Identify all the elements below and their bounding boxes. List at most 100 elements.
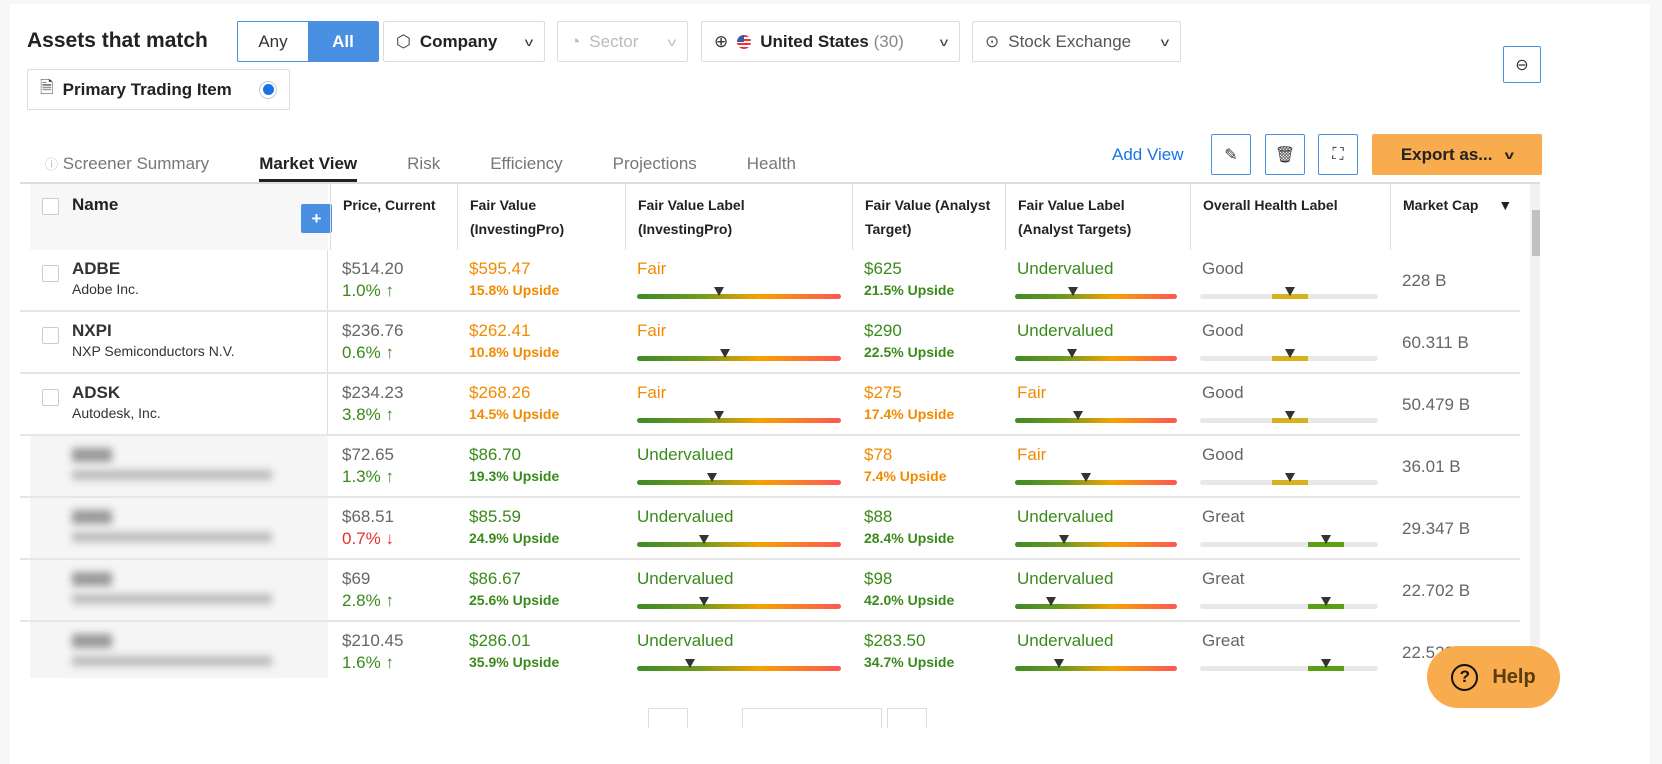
name-cell[interactable]: ADSK Autodesk, Inc. [30, 374, 328, 434]
table-row[interactable]: NXPI NXP Semiconductors N.V. $236.76 0.6% … [20, 312, 1520, 374]
match-all-button[interactable]: All [308, 22, 378, 61]
table-row[interactable]: ADSK Autodesk, Inc. $234.23 3.8% ↑ $268.26… [20, 374, 1520, 436]
ticker[interactable]: NXPI [72, 320, 327, 342]
tab-efficiency[interactable]: Efficiency [490, 154, 562, 182]
fair-value-cell: $595.47 15.8% Upside [457, 250, 625, 310]
exchange-filter[interactable]: ⊙ Stock Exchange v [972, 21, 1181, 62]
gauge-marker-icon [1066, 349, 1077, 358]
tab-market-view[interactable]: Market View [259, 154, 358, 182]
name-cell[interactable]: NXPI NXP Semiconductors N.V. [30, 312, 328, 372]
fair-value: $85.59 [469, 507, 521, 526]
fair-value-upside: 15.8% Upside [469, 282, 560, 298]
analyst-target: $275 [864, 383, 902, 402]
fair-value-cell: $86.70 19.3% Upside [457, 436, 625, 496]
analyst-upside: 34.7% Upside [864, 654, 955, 670]
name-cell[interactable]: ADBE Adobe Inc. [30, 250, 328, 310]
header-health[interactable]: Overall Health Label [1190, 184, 1390, 250]
fair-value: $595.47 [469, 259, 531, 278]
sector-filter[interactable]: ◔ Sector v [557, 21, 688, 62]
tab-label: Screener Summary [62, 154, 210, 173]
tab-risk[interactable]: Risk [407, 154, 440, 182]
company-filter[interactable]: ⬡ Company v [383, 21, 545, 62]
table-row[interactable]: $69 2.8% ↑ $86.67 25.6% Upside Undervalued… [20, 560, 1520, 622]
analyst-target-cell: $98 42.0% Upside [852, 560, 1005, 620]
header-market-cap[interactable]: Market Cap ▼ [1390, 184, 1530, 250]
analyst-target-cell: $88 28.4% Upside [852, 498, 1005, 558]
health-gauge [1200, 542, 1378, 547]
valuation-gauge [637, 542, 841, 547]
country-filter[interactable]: ⊕ United States (30) v [701, 21, 960, 62]
analyst-upside: 21.5% Upside [864, 282, 955, 298]
trash-icon: 🗑 [1274, 146, 1296, 164]
ticker[interactable]: ADBE [72, 258, 327, 280]
delete-view-button[interactable]: 🗑 [1265, 134, 1305, 175]
copy-link-button[interactable]: ⊖ [1503, 46, 1541, 83]
fullscreen-button[interactable]: ⛶ [1318, 134, 1358, 175]
fair-value-label: Undervalued [637, 507, 734, 526]
arrow-up-icon: ↑ [385, 467, 394, 486]
gauge-marker-icon [1081, 473, 1092, 482]
scrollbar-thumb[interactable] [1532, 210, 1540, 256]
primary-label: Primary Trading Item [62, 79, 232, 99]
help-button[interactable]: ? Help [1427, 646, 1560, 708]
row-checkbox[interactable] [42, 265, 59, 282]
price-cell: $69 2.8% ↑ [330, 560, 458, 620]
header-fair-value-analyst[interactable]: Fair Value (Analyst Target) [852, 184, 1005, 250]
row-checkbox[interactable] [42, 389, 59, 406]
valuation-gauge [1015, 356, 1177, 361]
tab-health[interactable]: Health [747, 154, 796, 182]
market-cap: 228 B [1402, 271, 1447, 290]
fair-value-cell: $286.01 35.9% Upside [457, 622, 625, 678]
fair-value-label-cell: Fair [625, 250, 852, 310]
table-row[interactable]: ADBE Adobe Inc. $514.20 1.0% ↑ $595.47 15.8… [20, 250, 1520, 312]
export-button[interactable]: Export as... v [1372, 134, 1542, 175]
document-icon: 🗎 [40, 78, 54, 97]
sort-desc-icon[interactable]: ▼ [1498, 197, 1512, 213]
market-cap-cell: 22.702 B [1390, 560, 1530, 620]
fair-value-label: Fair [637, 321, 667, 340]
row-checkbox[interactable] [42, 327, 59, 344]
analyst-label: Undervalued [1017, 569, 1114, 588]
pagination-select[interactable] [742, 708, 882, 728]
header-fair-value[interactable]: Fair Value (InvestingPro) [457, 184, 625, 250]
ticker[interactable]: ADSK [72, 382, 327, 404]
market-cap-cell: 50.479 B [1390, 374, 1530, 434]
country-count: (30) [873, 31, 904, 51]
header-fair-value-label[interactable]: Fair Value Label (InvestingPro) [625, 184, 852, 250]
match-toggle[interactable]: Any All [237, 21, 379, 62]
fair-value-label: Undervalued [637, 445, 734, 464]
header-price[interactable]: Price, Current [330, 184, 458, 250]
analyst-label: Fair [1017, 383, 1047, 402]
analyst-target: $283.50 [864, 631, 926, 650]
radio-selected-icon[interactable] [259, 80, 277, 99]
valuation-gauge [1015, 666, 1177, 671]
name-cell-blurred [30, 436, 328, 496]
match-any-button[interactable]: Any [238, 22, 308, 61]
table-row[interactable]: $68.51 0.7% ↓ $85.59 24.9% Upside Underval… [20, 498, 1520, 560]
header-fair-value-label-analyst[interactable]: Fair Value Label (Analyst Targets) [1005, 184, 1190, 250]
table-row[interactable]: $210.45 1.6% ↑ $286.01 35.9% Upside Underv… [20, 622, 1520, 678]
select-all-checkbox[interactable] [42, 198, 59, 215]
add-column-button[interactable]: + [301, 204, 332, 233]
gauge-marker-icon [1321, 659, 1331, 668]
edit-view-button[interactable]: ✎ [1211, 134, 1251, 175]
tab-projections[interactable]: Projections [613, 154, 697, 182]
valuation-gauge [637, 294, 841, 299]
price: $514.20 [342, 259, 404, 278]
pagination-next[interactable] [887, 708, 927, 728]
tab-screener-summary[interactable]: ⓘ Screener Summary [45, 154, 209, 182]
cube-icon: ⬡ [396, 31, 411, 51]
exchange-label: Stock Exchange [1008, 31, 1132, 51]
vertical-scrollbar[interactable] [1530, 184, 1540, 678]
pencil-icon: ✎ [1224, 146, 1238, 164]
fair-value-cell: $85.59 24.9% Upside [457, 498, 625, 558]
header-name[interactable]: Name + [30, 184, 332, 250]
primary-trading-item-filter[interactable]: 🗎 Primary Trading Item [27, 69, 290, 110]
table-row[interactable]: $72.65 1.3% ↑ $86.70 19.3% Upside Underval… [20, 436, 1520, 498]
arrow-up-icon: ↑ [385, 343, 394, 362]
name-cell-blurred [30, 498, 328, 558]
add-view-link[interactable]: Add View [1112, 145, 1184, 165]
fair-value-label-cell: Undervalued [625, 560, 852, 620]
pagination-prev[interactable] [648, 708, 688, 728]
header-label: Name [72, 195, 119, 214]
